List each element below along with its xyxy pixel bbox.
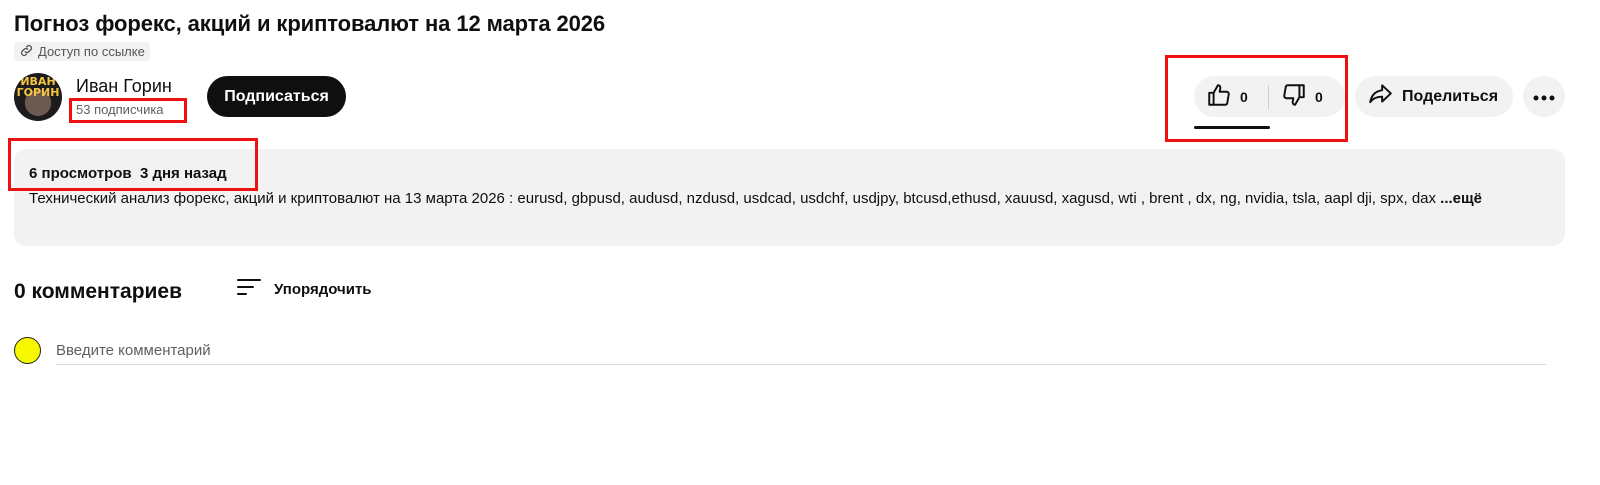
- subscriber-count: 53 подписчика: [76, 102, 164, 117]
- comments-count: 0 комментариев: [14, 280, 183, 303]
- subscribe-button[interactable]: Подписаться: [207, 76, 346, 117]
- access-badge: Доступ по ссылке: [14, 42, 150, 61]
- thumbs-up-icon: [1206, 82, 1232, 111]
- comment-input[interactable]: [56, 336, 1546, 365]
- user-avatar: [14, 337, 41, 364]
- sort-comments-button[interactable]: Упорядочить: [236, 277, 372, 301]
- view-count-and-date: 6 просмотров 3 дня назад: [29, 165, 227, 182]
- avatar-logo-text: ИВАН ГОРИН: [16, 75, 60, 99]
- like-count: 0: [1240, 88, 1248, 105]
- sort-label: Упорядочить: [274, 280, 372, 298]
- like-button[interactable]: 0: [1194, 76, 1268, 117]
- dislike-button[interactable]: 0: [1269, 76, 1323, 117]
- sort-lines-icon: [236, 277, 262, 301]
- video-title: Погноз форекс, акций и криптовалют на 12…: [14, 11, 606, 36]
- share-button[interactable]: Поделиться: [1355, 76, 1513, 117]
- channel-name[interactable]: Иван Горин: [76, 76, 172, 97]
- like-dislike-group: 0 0: [1194, 76, 1345, 117]
- channel-avatar[interactable]: ИВАН ГОРИН: [14, 73, 62, 121]
- more-button[interactable]: [1523, 76, 1565, 117]
- share-arrow-icon: [1367, 81, 1393, 112]
- more-dots-icon: [1533, 88, 1555, 106]
- link-icon: [19, 43, 34, 61]
- show-more-link[interactable]: ...ещё: [1440, 190, 1482, 207]
- share-label: Поделиться: [1402, 87, 1499, 105]
- thumbs-down-icon: [1281, 82, 1307, 111]
- access-label: Доступ по ссылке: [38, 44, 145, 59]
- description-body: Технический анализ форекс, акций и крипт…: [29, 190, 1436, 207]
- description-box[interactable]: 6 просмотров 3 дня назад Технический ана…: [14, 149, 1565, 246]
- description-text: Технический анализ форекс, акций и крипт…: [29, 187, 1541, 210]
- like-active-underline: [1194, 126, 1270, 129]
- dislike-count: 0: [1315, 88, 1323, 105]
